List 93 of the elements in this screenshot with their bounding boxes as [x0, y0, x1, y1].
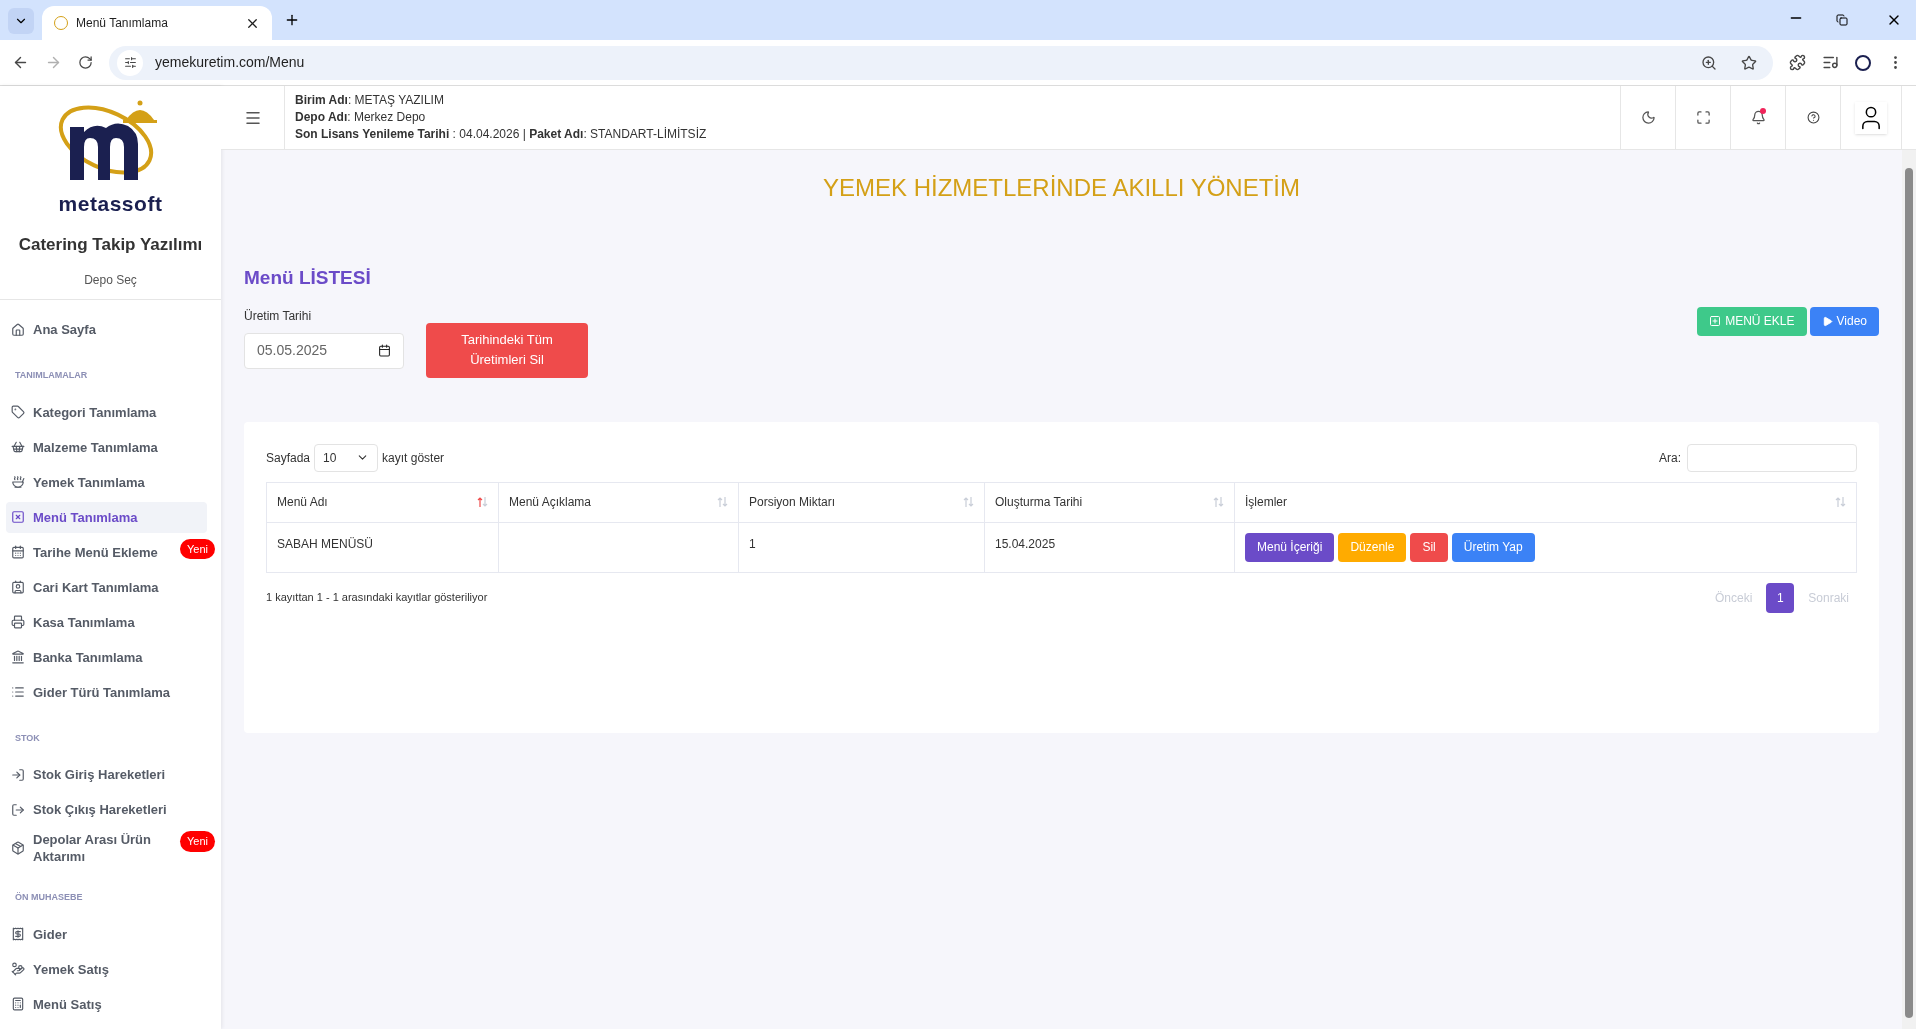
package-icon	[11, 841, 25, 855]
sort-arrows-icon	[477, 497, 488, 507]
page-size-select[interactable]: 10	[314, 443, 379, 472]
address-bar[interactable]: yemekuretim.com/Menu	[109, 45, 1773, 80]
column-header[interactable]: Menü Açıklama	[498, 482, 739, 522]
tag-icon	[11, 405, 25, 419]
sidebar-item[interactable]: Yemek Tanımlama	[6, 466, 207, 498]
url-text: yemekuretim.com/Menu	[155, 53, 306, 72]
banner-title: YEMEK HİZMETLERİNDE AKILLI YÖNETİM	[822, 173, 1301, 203]
column-header[interactable]: Menü Adı	[266, 482, 499, 522]
sidebar-item[interactable]: Tarihe Menü Ekleme	[6, 536, 179, 568]
app-name: Catering Takip Yazılımı	[18, 233, 203, 256]
restore-icon[interactable]	[1836, 14, 1848, 26]
column-header[interactable]: Oluşturma Tarihi	[984, 482, 1235, 522]
page-link[interactable]: 1	[1766, 582, 1795, 613]
info-line: Birim Adı: METAŞ YAZILIM	[295, 92, 445, 109]
play-icon	[1821, 315, 1833, 327]
tab-list-button[interactable]	[8, 8, 34, 34]
delete-all-button[interactable]: Tarihindeki Tüm Üretimleri Sil	[426, 322, 588, 378]
action-button[interactable]: Üretim Yap	[1451, 532, 1535, 562]
page-size-label: Sayfada	[266, 449, 311, 467]
help-icon[interactable]	[1806, 111, 1820, 124]
sidebar-item[interactable]: Cari Kart Tanımlama	[6, 571, 207, 603]
new-tab-icon[interactable]	[284, 12, 300, 28]
sidebar-item[interactable]: Kasa Tanımlama	[6, 606, 207, 638]
column-header[interactable]: İşlemler	[1234, 482, 1857, 522]
basket-icon	[11, 440, 25, 454]
hand-coins-icon	[11, 962, 25, 976]
column-header[interactable]: Porsiyon Miktarı	[738, 482, 985, 522]
calendar-icon	[11, 545, 25, 559]
bowl-icon	[11, 475, 25, 489]
sidebar-item[interactable]: Stok Çıkış Hareketleri	[6, 794, 207, 825]
home-icon	[11, 322, 25, 337]
zoom-icon[interactable]	[1701, 54, 1717, 71]
table-cell: SABAH MENÜSÜ	[266, 522, 499, 572]
table-info: 1 kayıttan 1 - 1 arasındaki kayıtlar gösteriliyor	[266, 590, 488, 606]
sidebar-item[interactable]: Depolar Arası Ürün Aktarımı	[6, 829, 179, 867]
section-heading: STOK	[14, 731, 41, 745]
square-x-icon	[11, 510, 25, 524]
enter-icon	[11, 767, 25, 782]
browser-tab[interactable]: Menü Tanımlama	[42, 6, 272, 40]
sort-arrows-icon	[963, 497, 974, 507]
list-title: Menü LİSTESİ	[244, 266, 372, 290]
contact-card-icon	[11, 580, 25, 594]
video-button[interactable]: Video	[1809, 306, 1879, 336]
fullscreen-icon[interactable]	[1695, 110, 1711, 125]
sidebar-item[interactable]: Ana Sayfa	[6, 314, 207, 345]
bookmark-star-icon[interactable]	[1741, 54, 1757, 71]
info-line: Son Lisans Yenileme Tarihi : 04.04.2026 | Paket Adı: STANDART-LİMİTSİZ	[295, 126, 708, 143]
calendar-icon[interactable]	[378, 344, 391, 357]
sidebar-item[interactable]: Gider Türü Tanımlama	[6, 676, 207, 708]
sidebar-item[interactable]: Kategori Tanımlama	[6, 396, 207, 428]
notification-icon[interactable]	[1750, 110, 1766, 125]
media-icon[interactable]	[1822, 54, 1839, 71]
site-info-icon[interactable]	[117, 49, 143, 76]
date-field[interactable]: 05.05.2025	[244, 332, 404, 369]
action-button[interactable]: Sil	[1410, 532, 1448, 562]
list-icon	[11, 685, 25, 699]
new-badge: Yeni	[180, 831, 215, 852]
brand-name: metassoft	[58, 191, 163, 217]
table-cell: 1	[738, 522, 985, 572]
table-cell: 15.04.2025	[984, 522, 1235, 572]
sidebar-item[interactable]: Menü Tanımlama	[6, 501, 207, 533]
bank-icon	[11, 650, 25, 664]
field-label: Üretim Tarihi	[244, 307, 313, 325]
calculator-icon	[11, 997, 25, 1011]
reload-icon[interactable]	[78, 55, 93, 70]
dark-mode-icon[interactable]	[1640, 110, 1656, 125]
sidebar-item[interactable]: Gider	[6, 918, 207, 950]
exit-icon	[11, 802, 25, 817]
search-field[interactable]	[1687, 443, 1857, 472]
profile-logo-icon[interactable]	[1855, 54, 1871, 71]
sort-arrows-icon	[1835, 497, 1846, 507]
search-label: Ara:	[1659, 449, 1681, 467]
section-heading: ÖN MUHASEBE	[14, 891, 84, 904]
tab-title: Menü Tanımlama	[76, 15, 169, 32]
sort-arrows-icon	[717, 497, 728, 507]
sidebar-item[interactable]: Menü Satış	[6, 988, 207, 1020]
sidebar-item[interactable]: Malzeme Tanımlama	[6, 431, 207, 463]
sort-arrows-icon	[1213, 497, 1224, 507]
sidebar-item[interactable]: Yemek Satış	[6, 953, 207, 985]
depot-select-link[interactable]: Depo Seç	[84, 271, 137, 289]
page-size-label: kayıt göster	[382, 449, 445, 467]
section-heading: TANIMLAMALAR	[14, 369, 89, 382]
plus-square-icon	[1709, 315, 1722, 327]
extensions-icon[interactable]	[1789, 54, 1806, 71]
info-line: Depo Adı: Merkez Depo	[295, 109, 427, 126]
action-button[interactable]: Menü İçeriği	[1245, 532, 1335, 562]
sidebar-item[interactable]: Stok Giriş Hareketleri	[6, 759, 207, 790]
receipt-icon	[11, 927, 25, 941]
new-badge: Yeni	[180, 538, 215, 559]
sidebar-item[interactable]: Banka Tanımlama	[6, 641, 207, 673]
back-icon[interactable]	[12, 54, 29, 71]
